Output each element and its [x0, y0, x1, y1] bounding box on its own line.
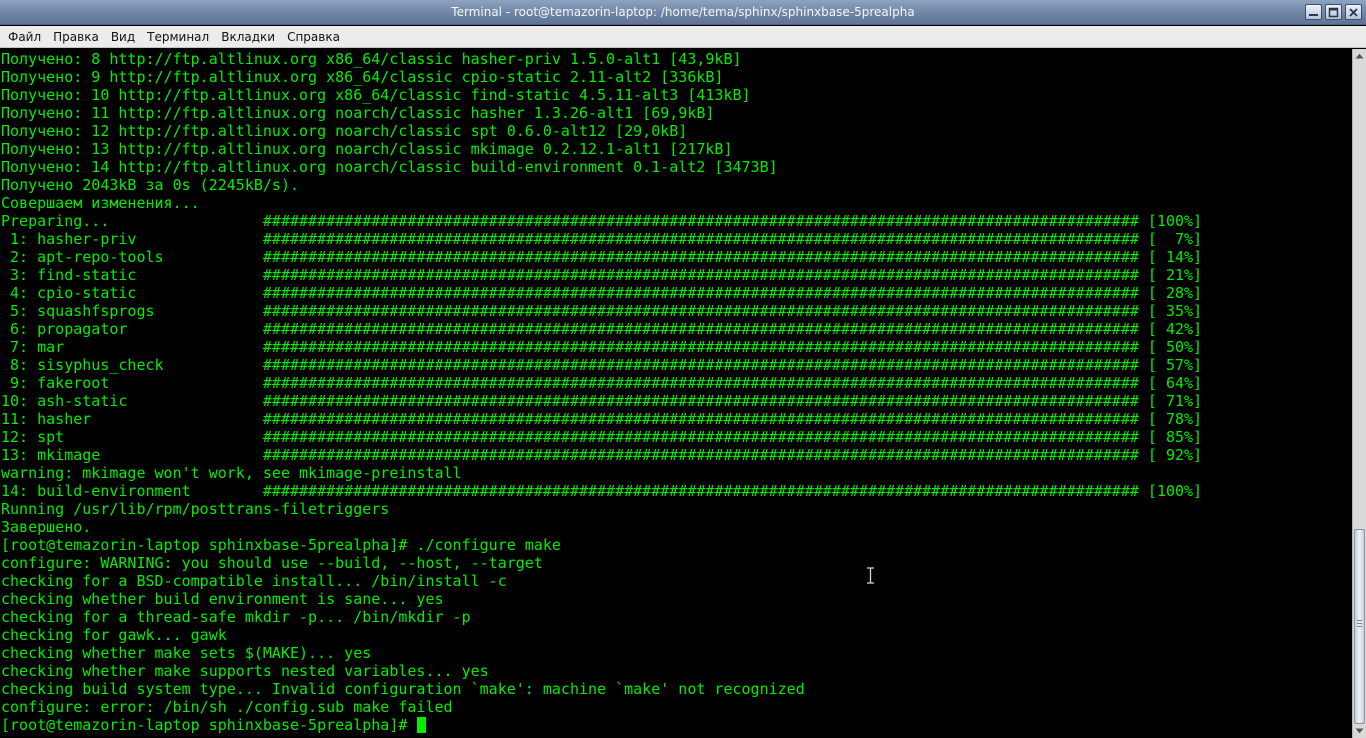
terminal-line: 4: cpio-static #########################… — [1, 284, 1203, 302]
terminal-line: checking for a thread-safe mkdir -p... /… — [1, 608, 471, 626]
terminal-line: configure: WARNING: you should use --bui… — [1, 554, 543, 572]
terminal-window: Terminal - root@temazorin-laptop: /home/… — [0, 0, 1366, 738]
terminal-line: checking whether make sets $(MAKE)... ye… — [1, 644, 372, 662]
terminal-line: checking for a BSD-compatible install...… — [1, 572, 507, 590]
menu-help[interactable]: Справка — [281, 27, 346, 47]
terminal-line: Получено: 9 http://ftp.altlinux.org x86_… — [1, 68, 724, 86]
terminal-output[interactable]: Получено: 8 http://ftp.altlinux.org x86_… — [0, 49, 1352, 738]
terminal-line: 7: mar #################################… — [1, 338, 1203, 356]
terminal-line: 11: hasher #############################… — [1, 410, 1203, 428]
terminal-line: 13: mkimage ############################… — [1, 446, 1203, 464]
text-cursor — [417, 717, 427, 733]
terminal-line: checking whether make supports nested va… — [1, 662, 489, 680]
arrow-up-icon — [1355, 53, 1364, 59]
window-controls — [1305, 4, 1362, 20]
terminal-line: checking build system type... Invalid co… — [1, 680, 805, 698]
terminal-line: 9: fakeroot ############################… — [1, 374, 1203, 392]
menu-terminal[interactable]: Терминал — [141, 27, 215, 47]
ibeam-cursor-icon — [867, 567, 874, 584]
terminal-line: 1: hasher-priv #########################… — [1, 230, 1203, 248]
maximize-button[interactable] — [1325, 4, 1342, 20]
terminal-line: 8: sisyphus_check ######################… — [1, 356, 1203, 374]
terminal-line: checking for gawk... gawk — [1, 626, 227, 644]
menu-tabs[interactable]: Вкладки — [215, 27, 281, 47]
terminal-line: Получено: 10 http://ftp.altlinux.org x86… — [1, 86, 751, 104]
window-title: Terminal - root@temazorin-laptop: /home/… — [451, 5, 915, 19]
terminal-line: checking whether build environment is sa… — [1, 590, 444, 608]
terminal-line: 6: propagator ##########################… — [1, 320, 1203, 338]
terminal-line: Совершаем изменения... — [1, 194, 200, 212]
terminal-line: Получено 2043kB за 0s (2245kB/s). — [1, 176, 300, 194]
terminal-line: 14: build-environment ##################… — [1, 482, 1203, 500]
close-icon — [1349, 7, 1358, 17]
terminal-prompt-line[interactable]: [root@temazorin-laptop sphinxbase-5preal… — [1, 716, 1202, 734]
scroll-down-button[interactable] — [1353, 724, 1366, 738]
terminal-line: 12: spt ################################… — [1, 428, 1203, 446]
terminal-line: 2: apt-repo-tools ######################… — [1, 248, 1203, 266]
terminal-line: 10: ash-static #########################… — [1, 392, 1203, 410]
terminal-line: Получено: 8 http://ftp.altlinux.org x86_… — [1, 50, 742, 68]
minimize-icon — [1309, 13, 1318, 16]
terminal-line: 3: find-static #########################… — [1, 266, 1203, 284]
terminal-line: Получено: 13 http://ftp.altlinux.org noa… — [1, 140, 733, 158]
scrollbar-thumb[interactable] — [1354, 529, 1365, 724]
terminal-line: Получено: 12 http://ftp.altlinux.org noa… — [1, 122, 688, 140]
maximize-icon — [1328, 7, 1339, 17]
terminal-line: configure: error: /bin/sh ./config.sub m… — [1, 698, 453, 716]
menu-file[interactable]: Файл — [2, 27, 47, 47]
minimize-button[interactable] — [1305, 4, 1322, 20]
terminal-line: Получено: 11 http://ftp.altlinux.org noa… — [1, 104, 715, 122]
terminal-prompt: [root@temazorin-laptop sphinxbase-5preal… — [1, 716, 417, 734]
menu-edit[interactable]: Правка — [47, 27, 105, 47]
menu-view[interactable]: Вид — [105, 27, 141, 47]
terminal-line: Получено: 14 http://ftp.altlinux.org noa… — [1, 158, 778, 176]
terminal-line: 5: squashfsprogs #######################… — [1, 302, 1203, 320]
arrow-down-icon — [1355, 728, 1364, 734]
terminal-line: [root@temazorin-laptop sphinxbase-5preal… — [1, 536, 561, 554]
terminal-line: Завершено. — [1, 518, 92, 536]
grip-icon — [1357, 620, 1362, 629]
close-button[interactable] — [1345, 4, 1362, 20]
menu-bar: Файл Правка Вид Терминал Вкладки Справка — [0, 26, 1366, 48]
terminal-line: warning: mkimage won't work, see mkimage… — [1, 464, 462, 482]
terminal-line: Running /usr/lib/rpm/posttrans-filetrigg… — [1, 500, 390, 518]
vertical-scrollbar[interactable] — [1352, 49, 1366, 738]
terminal-lines: Получено: 8 http://ftp.altlinux.org x86_… — [1, 50, 1202, 734]
title-bar[interactable]: Terminal - root@temazorin-laptop: /home/… — [0, 0, 1366, 25]
terminal-line: Preparing... ###########################… — [1, 212, 1203, 230]
scroll-up-button[interactable] — [1353, 49, 1366, 63]
